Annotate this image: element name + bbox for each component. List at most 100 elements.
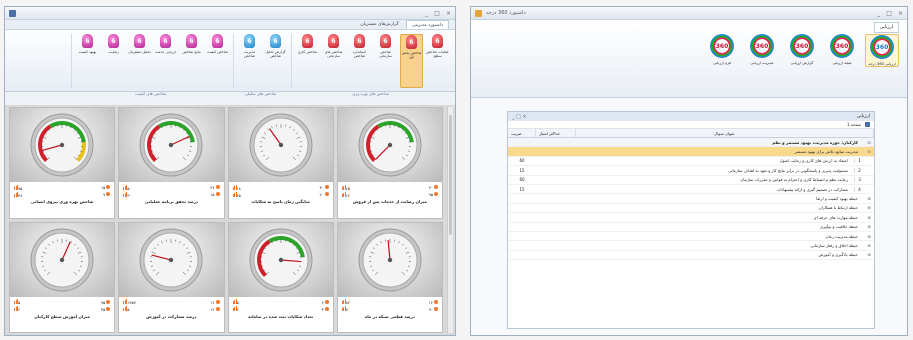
gauge-card[interactable]: ۵ ۹۵ ۶ ۳۵ میزان آموزش سطح کارکنان — [9, 221, 116, 333]
evaluation-ribbon-button[interactable]: 360 مدیریت ارزیابی — [745, 34, 779, 67]
indicator-button[interactable]: 6 استاندارد شاخص — [348, 34, 371, 88]
gauge-card[interactable]: ۵۰ ۴۷ ۳۰ ۱۵ درصد تحقق برنامه عملیاتی — [118, 107, 225, 219]
tab-management-dashboard[interactable]: داشبورد مدیریتی — [405, 20, 449, 29]
indicator-button-label: رضایت — [108, 50, 119, 54]
tree-row[interactable]: حیطه مهارت های حرفه ای ⊞ — [508, 213, 874, 223]
gauge-dial — [358, 228, 422, 291]
expand-icon[interactable]: ⊞ — [864, 205, 874, 210]
indicator-button[interactable]: 6 شاخص کاری — [296, 34, 319, 88]
indicator-button[interactable]: 6 شاخص بخش اول — [400, 34, 423, 88]
maximize-icon[interactable]: □ — [886, 10, 892, 17]
gauge-card[interactable]: ۷۵ ۱۵ ۳۸ ۷ شاخص بهره وری نیروی انسانی — [9, 107, 116, 219]
tree-row[interactable]: حیطه یادگیری و آموزش ⊞ — [508, 251, 874, 261]
gauge-title: تعداد شکایات ثبت شده در سامانه — [248, 313, 314, 319]
indicator-button[interactable]: 6 بهبود کیفیت — [76, 34, 99, 88]
expand-icon[interactable]: ⊞ — [864, 234, 874, 239]
tree-row[interactable]: حیطه مدیریت زمان ⊞ — [508, 232, 874, 242]
gauge-stat-right: ۱۵ — [101, 185, 111, 190]
target-icon — [434, 192, 438, 196]
indicator-button[interactable]: 6 عملیات شاخص سطح — [426, 34, 449, 88]
maximize-icon[interactable]: □ — [434, 10, 440, 17]
gauge-info: ۱۴۵۷ ۱۶ ۵ ۱۲ درصد مشارکت در آموزش — [119, 297, 223, 333]
lock-icon: 6 — [108, 34, 119, 48]
tab-evaluation[interactable]: ارزیابی — [873, 22, 899, 33]
tree-row[interactable]: 60 رعایت نظم و انضباط کاری و احترام به قو… — [508, 176, 874, 185]
gauge-stat-value: ۹۰ — [428, 306, 433, 312]
document-controls[interactable]: _ □ × — [512, 114, 527, 120]
gauge-card[interactable]: ۱۴۵۷ ۱۶ ۵ ۱۲ درصد مشارکت در آموزش — [118, 221, 225, 333]
tree-row[interactable]: حیطه ارتباط با همکاران ⊞ — [508, 204, 874, 214]
scrollbar-thumb[interactable] — [449, 115, 452, 235]
table-header: ضریب حداکثر امتیاز عنوان سوال — [508, 129, 874, 138]
collapse-icon[interactable]: ⊟ — [864, 149, 874, 154]
tree-row[interactable]: 15 مشارکت در تصمیم گیری و ارائه پیشنهادات… — [508, 185, 874, 195]
gauge-card[interactable]: ۶۵ ۷۰ ۱۲ ۹۵ میزان رضایت از خدمات پس از فروش — [336, 107, 443, 219]
indicator-button-label: گزارش تحلیل شاخص — [265, 50, 286, 59]
gauge-stat-left: ۵ — [14, 299, 20, 305]
evaluation-ribbon-button[interactable]: 360 نتیجه ارزیابی — [825, 34, 859, 67]
evaluation-ribbon-button[interactable]: 360 فرم ارزیابی — [705, 34, 739, 67]
tree-row[interactable]: 15 مسئولیت پذیری و پاسخگویی در برابر نتای… — [508, 166, 874, 176]
gauge-stat-value: ۹۵ — [100, 299, 106, 305]
collapse-icon[interactable]: ⊟ — [864, 140, 874, 145]
ribbon-group-title: شاخص های تحلیلی — [244, 91, 277, 96]
indicator-button[interactable]: 6 نتایج شاخص — [180, 34, 203, 88]
lock-icon: 6 — [270, 34, 281, 48]
tree-row[interactable]: حیطه بهبود کیفیت و ارتقا ⊞ — [508, 194, 874, 204]
col-weight[interactable]: ضریب — [508, 129, 536, 137]
gauge-stat-value: ۳۵ — [100, 306, 106, 312]
lock-icon: 6 — [134, 34, 145, 48]
indicator-button[interactable]: 6 مدیریت شاخص — [238, 34, 261, 88]
gauge-stat-value: ۶ — [18, 307, 21, 312]
gauge-card[interactable]: ۸۲ ۱۲ ۷ ۹۰ درصد قطعی شبکه در ماه — [336, 221, 443, 333]
gauge-stat-right: ۹۵ — [100, 299, 111, 305]
gauge-stat-row: ۳۰ ۱۵ — [123, 191, 220, 198]
tree-row[interactable]: 60 اعتقاد به ارزش های کاری و رعایت اصول 1 — [508, 157, 874, 167]
tab-customer-reports[interactable]: گزارش‌های مشتریان — [355, 20, 403, 29]
target-icon — [324, 306, 329, 311]
close-icon[interactable]: × — [446, 10, 451, 17]
indicator-button-label: عملیات شاخص سطح — [426, 50, 449, 59]
gauge-dial — [30, 113, 94, 177]
expand-icon[interactable]: ⊞ — [864, 252, 874, 257]
expand-icon[interactable]: ⊞ — [864, 215, 874, 220]
gauge-stat-right: ۴۷ — [210, 185, 220, 190]
tree-row[interactable]: حیطه خلاقیت و نوآوری ⊞ — [508, 223, 874, 232]
row-question: اعتقاد به ارزش های کاری و رعایت اصول — [779, 158, 848, 164]
col-question[interactable]: عنوان سوال — [576, 129, 874, 137]
indicator-button[interactable]: 6 شاخص کیفیت — [206, 34, 229, 88]
gauge-stat-left: ۶۵ — [341, 184, 350, 191]
indicator-button[interactable]: 6 گزارش تحلیل شاخص — [264, 34, 287, 88]
gauge-title: میانگین زمان پاسخ به شکایات — [251, 199, 310, 204]
close-icon[interactable]: × — [898, 10, 903, 17]
evaluation-ribbon-button[interactable]: 360 ارزیابی 360 درجه — [865, 34, 899, 68]
save-icon[interactable] — [865, 122, 870, 127]
indicator-button[interactable]: 6 شاخص های سازمانی — [322, 34, 345, 88]
gauge-stat-row: ۷ ۹۰ — [341, 306, 438, 313]
document-titlebar: _ □ × ارزیابی — [508, 112, 874, 121]
gauge-card[interactable]: ۵ ۴ ۶ ۳ تعداد شکایات ثبت شده در سامانه — [227, 221, 334, 333]
tree-row[interactable]: حیطه اخلاق و رفتار سازمانی ⊞ — [508, 241, 874, 251]
tree-row[interactable]: کارکنان: حوزه مدیریت، بهبود مستمر و نظم ⊟ — [508, 138, 874, 148]
minimize-icon[interactable]: _ — [877, 10, 880, 17]
vertical-scrollbar[interactable] — [447, 107, 453, 333]
evaluation-ribbon-button[interactable]: 360 گزارش ارزیابی — [785, 34, 819, 67]
expand-icon[interactable]: ⊞ — [864, 224, 874, 229]
indicator-button[interactable]: 6 رضایت — [102, 34, 125, 88]
gauge-stat-right: ۳۰ — [319, 185, 329, 190]
col-max-score[interactable]: حداکثر امتیاز — [536, 129, 576, 137]
indicator-button[interactable]: 6 ارزیابی خدمت — [154, 34, 177, 88]
expand-icon[interactable]: ⊞ — [864, 196, 874, 201]
minimize-icon[interactable]: _ — [425, 10, 428, 17]
row-question: مشارکت در تصمیم گیری و ارائه پیشنهادات — [776, 186, 848, 192]
indicator-button[interactable]: 6 تحلیل مشتریان — [128, 34, 151, 88]
gauge-card[interactable]: ۱۸ ۳۰ ۴۵ ۲۰ میانگین زمان پاسخ به شکایات — [227, 107, 334, 219]
gauge-dial — [139, 113, 203, 177]
indicator-button[interactable]: 6 شاخص سازمانی — [374, 34, 397, 88]
expand-icon[interactable]: ⊞ — [864, 243, 874, 248]
gauge-stat-left: ۷۵ — [14, 184, 22, 191]
gauge-dial — [139, 228, 203, 291]
tree-row[interactable]: مدیریت منابع، تلاش برای بهبود مستمر ⊟ — [508, 147, 874, 157]
gauge-stat-left: ۳۰ — [123, 191, 132, 198]
gauge-stat-row: ۵۴ — [232, 299, 329, 306]
